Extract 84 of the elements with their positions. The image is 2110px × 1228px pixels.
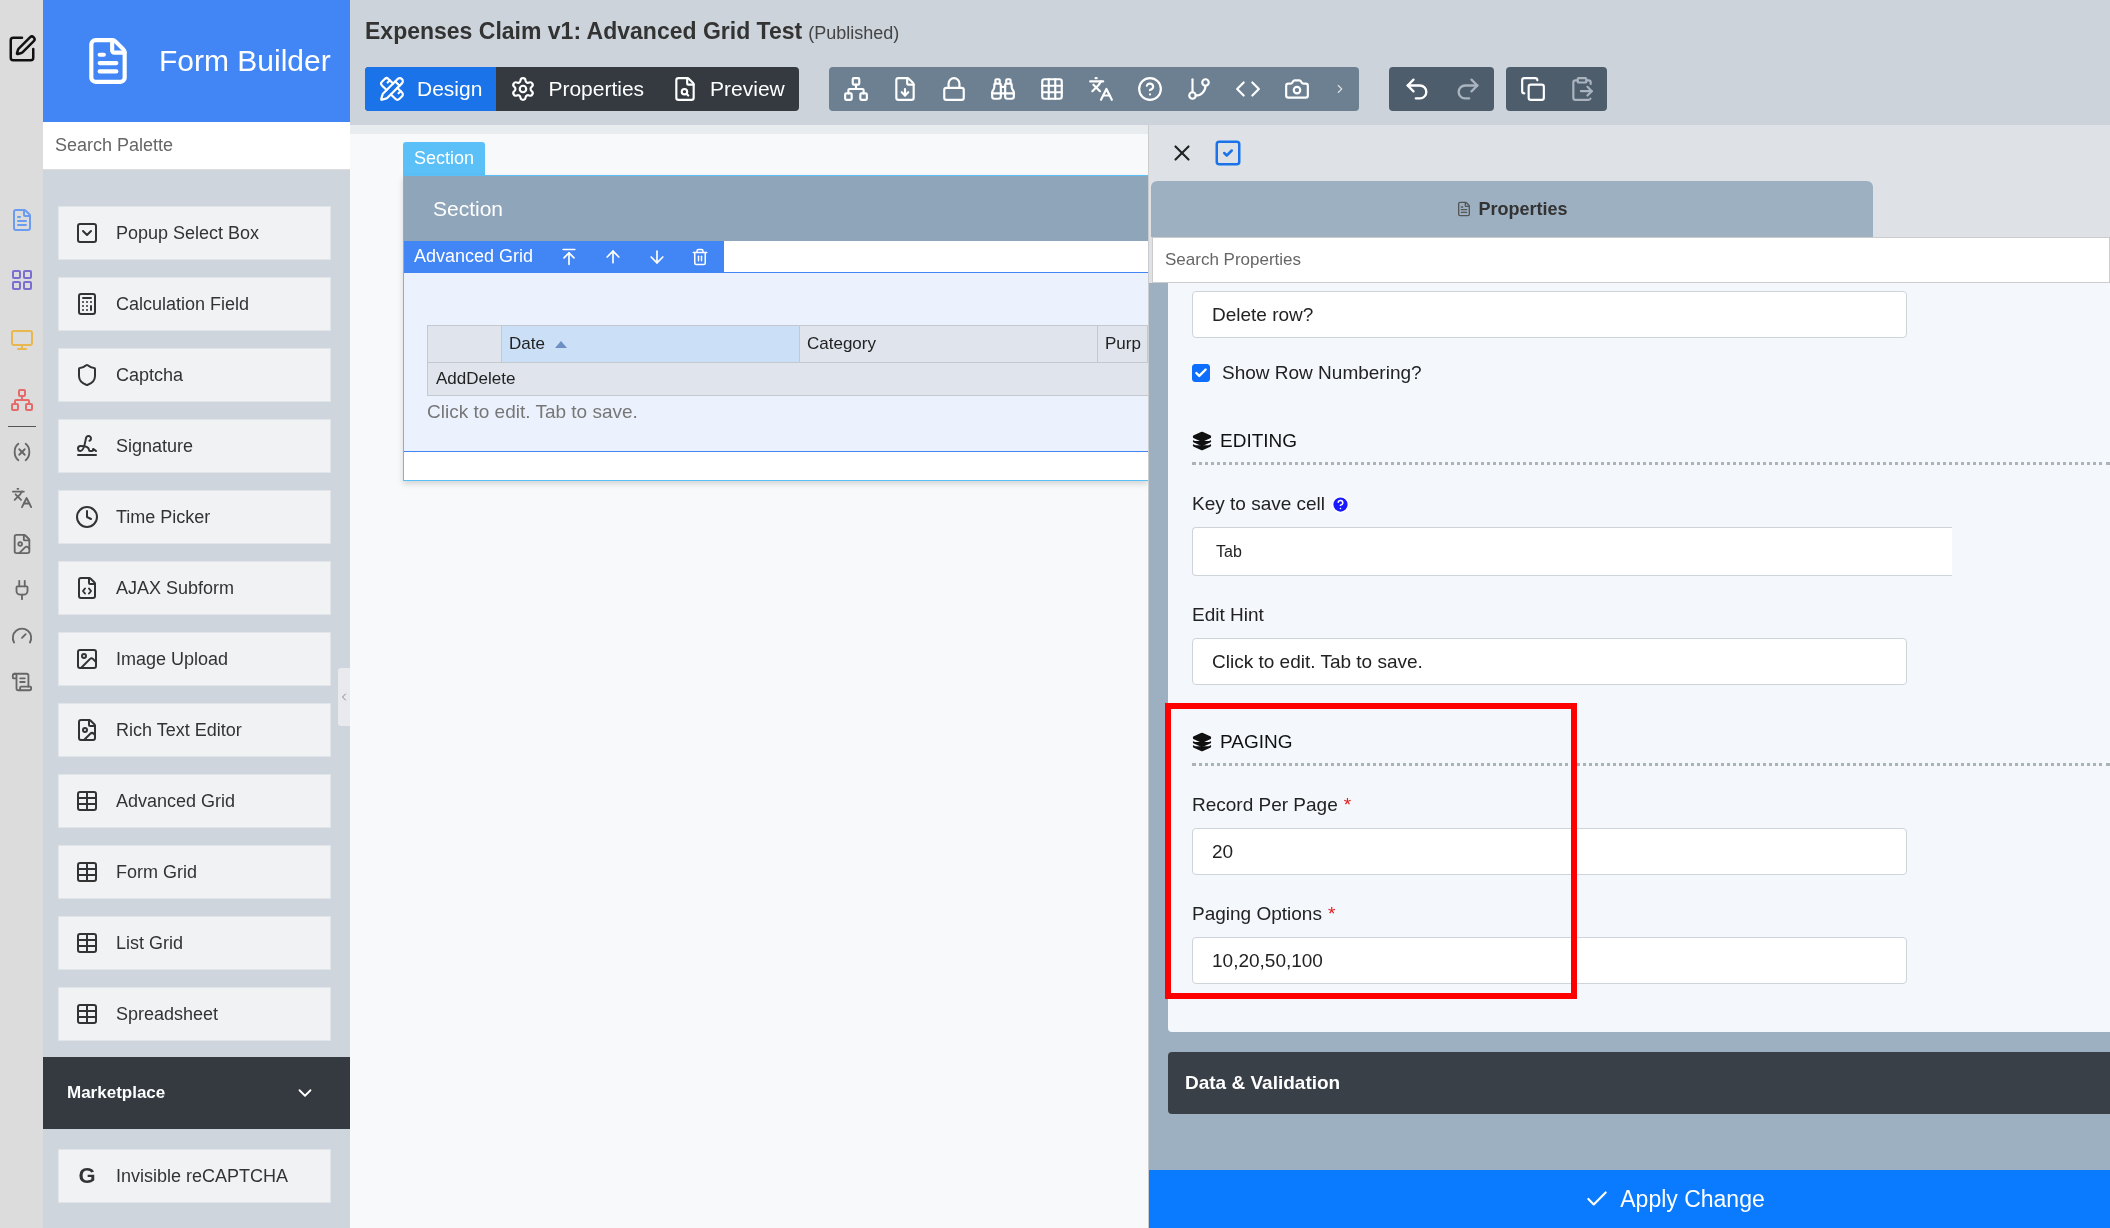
form-status: (Published) (808, 23, 900, 44)
mode-tab[interactable]: Properties (496, 67, 659, 111)
palette-item[interactable]: G Invisible reCAPTCHA (58, 1149, 331, 1203)
collapse-handle[interactable] (338, 668, 350, 726)
clock-icon (75, 505, 99, 529)
table-icon (75, 931, 99, 955)
palette-item[interactable]: Signature (58, 419, 331, 473)
marketplace-header[interactable]: Marketplace (43, 1057, 350, 1129)
text-field[interactable]: 10,20,50,100 (1192, 937, 1907, 984)
palette-item[interactable]: Rich Text Editor (58, 703, 331, 757)
field-label: Edit Hint (1192, 604, 1264, 626)
palette-item[interactable]: AJAX Subform (58, 561, 331, 615)
layers-icon (1192, 732, 1212, 752)
palette-item[interactable]: Form Grid (58, 845, 331, 899)
hierarchy-icon[interactable] (9, 388, 34, 412)
grid-icon[interactable] (9, 268, 34, 292)
image-icon (75, 647, 99, 671)
apply-change-button[interactable]: Apply Change (1149, 1170, 2110, 1228)
column-header[interactable]: Date (502, 326, 800, 362)
form-title: Expenses Claim v1: Advanced Grid Test (365, 18, 803, 45)
translate-icon[interactable] (1087, 76, 1114, 102)
properties-search-field[interactable]: Search Properties (1152, 237, 2110, 283)
trash-icon[interactable] (691, 247, 710, 266)
properties-tab[interactable]: Properties (1151, 181, 1873, 237)
palette-item[interactable]: Time Picker (58, 490, 331, 544)
shield-icon (75, 363, 99, 387)
required-mark: * (1327, 903, 1336, 925)
document-icon (75, 576, 99, 600)
required-mark: * (1343, 794, 1352, 816)
branch-icon[interactable] (1185, 76, 1212, 102)
edit-hint: Click to edit. Tab to save. (427, 400, 639, 423)
help-icon[interactable] (1136, 76, 1163, 102)
text-field[interactable]: Delete row? (1192, 291, 1907, 338)
image-file-icon (75, 718, 99, 742)
dropdown-icon (75, 221, 99, 245)
scroll-icon[interactable] (10, 671, 33, 693)
section-heading: PAGING (1220, 731, 1293, 753)
lock-icon[interactable] (940, 76, 967, 102)
app-title: Form Builder (159, 44, 331, 78)
layers-icon (1192, 431, 1212, 451)
binoculars-icon[interactable] (989, 76, 1016, 102)
checkbox[interactable] (1192, 364, 1210, 382)
select-field[interactable]: Tab (1192, 527, 1952, 576)
text-field[interactable]: 20 (1192, 828, 1907, 875)
field-label: Record Per Page (1192, 794, 1338, 816)
checkbox-label: Show Row Numbering? (1222, 362, 1422, 384)
palette-item[interactable]: Spreadsheet (58, 987, 331, 1041)
column-header[interactable]: Purp (1098, 326, 1148, 362)
control-label: Advanced Grid (414, 246, 534, 267)
palette-search-field[interactable]: Search Palette (43, 122, 350, 170)
text-field[interactable]: Click to edit. Tab to save. (1192, 638, 1907, 685)
field-label: Paging Options (1192, 903, 1322, 925)
checkbox-row[interactable]: Show Row Numbering? (1192, 362, 2110, 384)
translate-icon[interactable] (10, 487, 33, 509)
palette-item[interactable]: Calculation Field (58, 277, 331, 331)
document-icon (1456, 201, 1473, 217)
table-icon (75, 789, 99, 813)
ruler-pencil-icon (379, 76, 405, 102)
gear-icon (510, 76, 537, 102)
mode-tab[interactable]: Design (365, 67, 497, 111)
palette-item[interactable]: Advanced Grid (58, 774, 331, 828)
table-icon (75, 860, 99, 884)
grid-icon[interactable] (1038, 76, 1065, 102)
field-label: Key to save cell (1192, 493, 1326, 515)
copy-icon[interactable] (1519, 76, 1546, 102)
mode-tab[interactable]: Preview (658, 67, 799, 111)
palette-item[interactable]: Popup Select Box (58, 206, 331, 260)
palette-item[interactable]: Captcha (58, 348, 331, 402)
data-validation-panel[interactable]: Data & Validation (1168, 1052, 2110, 1114)
check-square-icon[interactable] (1213, 138, 1243, 168)
section-heading: EDITING (1220, 430, 1298, 452)
camera-icon[interactable] (1283, 76, 1310, 102)
calculator-icon (75, 292, 99, 316)
sort-up-icon (554, 340, 567, 348)
palette-item[interactable]: Image Upload (58, 632, 331, 686)
marketplace-title: Marketplace (67, 1083, 166, 1103)
table-icon (75, 1002, 99, 1026)
grid-row: AddDelete (428, 362, 1148, 395)
section-title: Section (433, 196, 504, 221)
column-header[interactable]: Category (800, 326, 1098, 362)
hierarchy-icon[interactable] (842, 76, 869, 102)
signature-icon (75, 434, 99, 458)
palette-item[interactable]: List Grid (58, 916, 331, 970)
help-icon[interactable] (1331, 494, 1351, 514)
